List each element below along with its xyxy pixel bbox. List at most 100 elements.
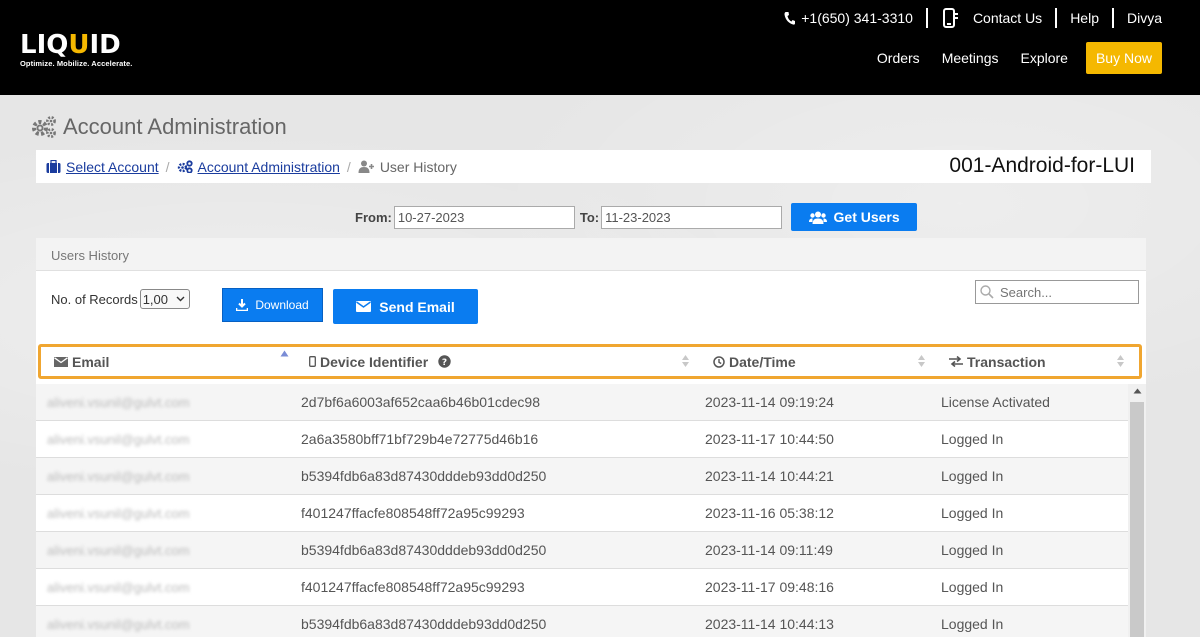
cell-device: 2d7bf6a6003af652caa6b46b01cdec98 <box>301 394 541 410</box>
liquid-logo[interactable]: LIQUID Optimize. Mobilize. Accelerate. <box>20 30 132 68</box>
download-icon <box>236 299 249 311</box>
breadcrumb-select-account[interactable]: Select Account <box>46 159 159 175</box>
caret-up-icon <box>1133 388 1141 394</box>
gears-icon <box>32 116 56 138</box>
column-label-email: Email <box>72 353 110 370</box>
to-date-input[interactable] <box>601 205 783 229</box>
page-title-text: Account Administration <box>63 114 287 139</box>
table-row[interactable]: aliveni.vsunil@gulvt.com b5394fdb6a83d87… <box>36 458 1128 495</box>
cell-date: 2023-11-14 10:44:13 <box>705 616 834 632</box>
table-body: aliveni.vsunil@gulvt.com 2d7bf6a6003af65… <box>36 384 1128 637</box>
top-header: LIQUID Optimize. Mobilize. Accelerate. +… <box>0 0 1200 95</box>
cell-device: f401247ffacfe808548ff72a95c99293 <box>301 579 525 595</box>
gears-icon <box>177 160 193 173</box>
nav-explore[interactable]: Explore <box>1021 50 1068 66</box>
download-button[interactable]: Download <box>222 288 323 322</box>
column-header-date[interactable]: Date/Time <box>713 347 925 376</box>
help-link[interactable]: Help <box>1070 10 1099 26</box>
breadcrumb-account-admin[interactable]: Account Administration <box>177 159 340 175</box>
scroll-up-arrow[interactable] <box>1128 388 1146 398</box>
contact-us-label: Contact Us <box>972 10 1043 26</box>
chevron-down-icon <box>176 296 185 302</box>
search-input[interactable] <box>1000 284 1130 300</box>
send-email-button[interactable]: Send Email <box>333 289 478 324</box>
cell-email: aliveni.vsunil@gulvt.com <box>47 617 190 632</box>
phone-icon <box>784 12 796 25</box>
clock-icon <box>713 355 725 368</box>
mobile-contact-icon <box>942 8 958 28</box>
table-row[interactable]: aliveni.vsunil@gulvt.com b5394fdb6a83d87… <box>36 606 1128 637</box>
users-history-panel: Users History No. of Records 1,00 Downlo… <box>36 238 1146 637</box>
breadcrumb-separator: / <box>346 158 351 175</box>
account-id: 001-Android-for-LUI <box>949 154 1135 177</box>
table-row[interactable]: aliveni.vsunil@gulvt.com b5394fdb6a83d87… <box>36 532 1128 569</box>
users-icon <box>808 211 827 224</box>
panel-title: Users History <box>36 238 1146 271</box>
table-row[interactable]: aliveni.vsunil@gulvt.com f401247ffacfe80… <box>36 569 1128 606</box>
user-name: Divya <box>1126 10 1162 26</box>
sort-both-icon <box>1117 355 1124 367</box>
divider <box>1055 8 1058 28</box>
cell-transaction: Logged In <box>941 468 1004 484</box>
breadcrumb-link-account-admin[interactable]: Account Administration <box>198 159 340 175</box>
user-menu[interactable]: Divya <box>1127 10 1162 26</box>
logo-tagline: Optimize. Mobilize. Accelerate. <box>20 59 133 68</box>
scroll-thumb[interactable] <box>1130 402 1144 637</box>
cell-date: 2023-11-14 09:11:49 <box>705 542 833 558</box>
cell-date: 2023-11-14 10:44:21 <box>705 468 834 484</box>
breadcrumb-current: User History <box>379 158 457 175</box>
column-label-transaction: Transaction <box>967 353 1046 370</box>
breadcrumb-link-select-account[interactable]: Select Account <box>66 159 159 175</box>
table-row[interactable]: aliveni.vsunil@gulvt.com 2a6a3580bff71bf… <box>36 421 1128 458</box>
main-nav: Orders Meetings Explore Buy Now <box>855 42 1162 74</box>
send-email-label: Send Email <box>379 298 455 315</box>
question-circle-icon[interactable]: ? <box>438 355 451 368</box>
logo-wordmark: LIQUID <box>20 30 121 60</box>
cell-email: aliveni.vsunil@gulvt.com <box>47 395 190 410</box>
nav-meetings[interactable]: Meetings <box>942 50 999 66</box>
svg-text:?: ? <box>442 358 447 368</box>
cell-email: aliveni.vsunil@gulvt.com <box>47 506 190 521</box>
mobile-icon <box>309 356 316 367</box>
contact-us-link[interactable]: Contact Us <box>941 8 1042 28</box>
table-scrollbar[interactable] <box>1128 384 1146 637</box>
envelope-icon <box>54 356 68 367</box>
cell-date: 2023-11-14 09:19:24 <box>705 394 834 410</box>
cell-device: 2a6a3580bff71bf729b4e72775d46b16 <box>301 431 539 447</box>
divider <box>925 8 928 28</box>
cell-email: aliveni.vsunil@gulvt.com <box>47 469 190 484</box>
sort-asc-icon <box>280 350 289 357</box>
table-row[interactable]: aliveni.vsunil@gulvt.com 2d7bf6a6003af65… <box>36 384 1128 421</box>
envelope-icon <box>356 301 372 312</box>
column-header-email[interactable]: Email <box>54 347 294 376</box>
download-label: Download <box>255 298 309 312</box>
logo-accent-letter: U <box>68 30 90 60</box>
breadcrumb: Select Account / Account Administration … <box>36 150 1151 183</box>
records-label: No. of Records <box>51 291 138 307</box>
table-row[interactable]: aliveni.vsunil@gulvt.com f401247ffacfe80… <box>36 495 1128 532</box>
get-users-button[interactable]: Get Users <box>791 203 918 231</box>
page-title: Account Administration <box>31 114 287 140</box>
sort-both-icon <box>918 355 925 367</box>
from-label: From: <box>355 209 392 225</box>
briefcase-icon <box>46 160 61 173</box>
column-header-transaction[interactable]: Transaction <box>949 347 1124 376</box>
help-label: Help <box>1070 10 1099 26</box>
from-date-input[interactable] <box>393 205 575 229</box>
utility-bar: +1(650) 341-3310 Contact Us Help Divya <box>784 8 1162 28</box>
nav-orders[interactable]: Orders <box>877 50 920 66</box>
cell-email: aliveni.vsunil@gulvt.com <box>47 543 190 558</box>
phone-link[interactable]: +1(650) 341-3310 <box>784 10 913 26</box>
cell-date: 2023-11-16 05:38:12 <box>705 505 834 521</box>
buy-now-button[interactable]: Buy Now <box>1085 42 1162 74</box>
exchange-icon <box>949 356 963 367</box>
to-label: To: <box>579 209 600 225</box>
column-label-device: Device Identifier <box>320 353 429 370</box>
cell-transaction: Logged In <box>941 542 1004 558</box>
divider <box>1111 8 1114 28</box>
cell-transaction: Logged In <box>941 616 1004 632</box>
cell-device: b5394fdb6a83d87430dddeb93dd0d250 <box>301 616 547 632</box>
cell-transaction: Logged In <box>941 505 1004 521</box>
column-header-device[interactable]: Device Identifier ? <box>309 347 689 376</box>
records-select[interactable]: 1,00 <box>139 289 190 309</box>
